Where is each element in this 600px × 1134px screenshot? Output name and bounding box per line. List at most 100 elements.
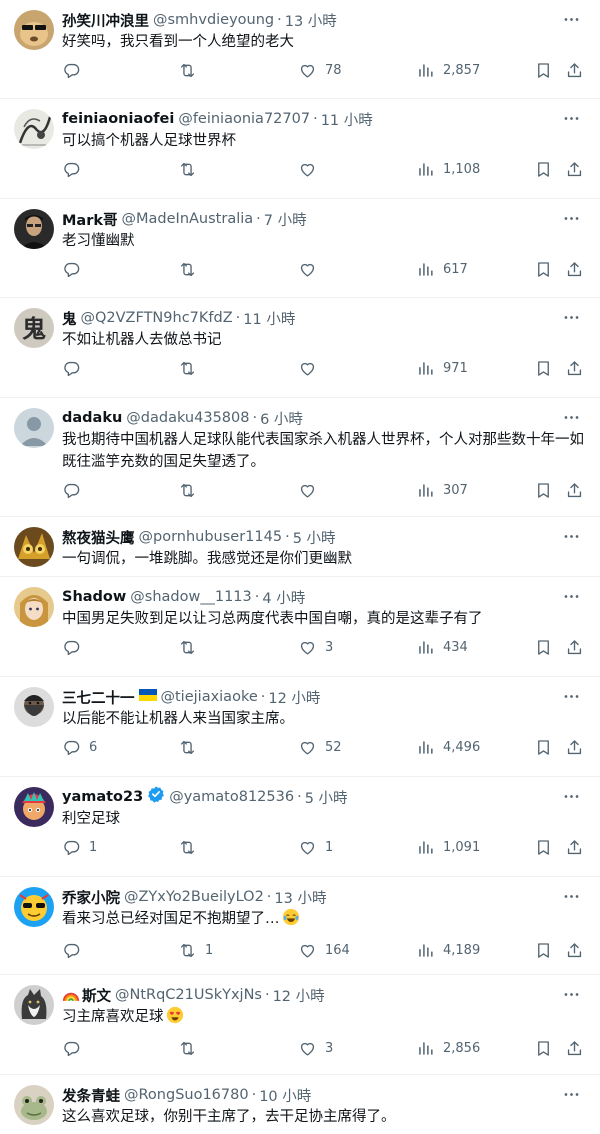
- reply-button[interactable]: [62, 941, 89, 960]
- views-button[interactable]: 971: [416, 359, 468, 378]
- sunglasses-emoji-avatar[interactable]: [14, 887, 54, 927]
- user-handle[interactable]: @NtRqC21USkYxjNs: [115, 987, 262, 1003]
- display-name[interactable]: 三七二十一: [62, 687, 135, 708]
- user-handle[interactable]: @feiniaonia72707: [178, 111, 310, 127]
- more-options-icon[interactable]: [560, 685, 582, 707]
- retweet-button[interactable]: [178, 638, 205, 657]
- share-button[interactable]: [565, 359, 584, 378]
- user-handle[interactable]: @shadow__1113: [130, 589, 251, 605]
- more-options-icon[interactable]: [560, 525, 582, 547]
- tweet-reply[interactable]: Shadow @shadow__1113 · 4 小時 中国男足失败到足以让习总两度代表…: [0, 577, 600, 677]
- colorful-cartoon-avatar[interactable]: [14, 787, 54, 827]
- more-options-icon[interactable]: [560, 785, 582, 807]
- person-photo-avatar[interactable]: [14, 209, 54, 249]
- user-handle[interactable]: @ZYxYo2BueilyLO2: [124, 889, 264, 905]
- like-button[interactable]: [298, 359, 325, 378]
- views-button[interactable]: 617: [416, 260, 468, 279]
- timestamp[interactable]: 5 小時: [305, 787, 348, 808]
- more-options-icon[interactable]: [560, 885, 582, 907]
- like-button[interactable]: [298, 260, 325, 279]
- bookmark-button[interactable]: [534, 838, 553, 857]
- anime-avatar[interactable]: [14, 587, 54, 627]
- display-name[interactable]: Mark哥: [62, 209, 118, 230]
- tweet-reply[interactable]: 鬼鬼 @Q2VZFTN9hc7KfdZ · 11 小時 不如让机器人去做总书记 971: [0, 298, 600, 398]
- reply-button[interactable]: [62, 638, 89, 657]
- user-handle[interactable]: @dadaku435808: [126, 410, 249, 426]
- tweet-reply[interactable]: 孙笑川冲浪里 @smhvdieyoung · 13 小時 好笑吗，我只看到一个人绝望的老…: [0, 0, 600, 99]
- like-button[interactable]: 3: [298, 1039, 333, 1058]
- user-handle[interactable]: @smhvdieyoung: [153, 12, 274, 28]
- reply-button[interactable]: 1: [62, 838, 97, 857]
- display-name[interactable]: feiniaoniaofei: [62, 111, 174, 127]
- bookmark-button[interactable]: [534, 61, 553, 80]
- views-button[interactable]: 307: [416, 481, 468, 500]
- display-name[interactable]: 发条青蛙: [62, 1085, 120, 1106]
- like-button[interactable]: 3: [298, 638, 333, 657]
- share-button[interactable]: [565, 941, 584, 960]
- user-handle[interactable]: @RongSuo16780: [124, 1087, 249, 1103]
- like-button[interactable]: [298, 481, 325, 500]
- retweet-button[interactable]: [178, 359, 205, 378]
- display-name[interactable]: 孙笑川冲浪里: [62, 10, 149, 31]
- tweet-reply[interactable]: 斯文 @NtRqC21USkYxjNs · 12 小時 习主席喜欢足球 3 2,856: [0, 975, 600, 1075]
- timestamp[interactable]: 6 小時: [260, 408, 303, 429]
- bookmark-button[interactable]: [534, 481, 553, 500]
- retweet-button[interactable]: [178, 738, 205, 757]
- display-name[interactable]: 乔家小院: [62, 887, 120, 908]
- reply-button[interactable]: [62, 160, 89, 179]
- tweet-reply[interactable]: 熬夜猫头鹰 @pornhubuser1145 · 5 小時 一句调侃，一堆跳脚。我感觉还…: [0, 517, 600, 577]
- tweet-reply[interactable]: yamato23 @yamato812536 · 5 小時 利空足球 1 1 1,091: [0, 777, 600, 877]
- timestamp[interactable]: 4 小時: [262, 587, 305, 608]
- more-options-icon[interactable]: [560, 8, 582, 30]
- retweet-button[interactable]: [178, 481, 205, 500]
- like-button[interactable]: 1: [298, 838, 333, 857]
- timestamp[interactable]: 11 小時: [243, 308, 295, 329]
- display-name[interactable]: 鬼: [62, 308, 77, 329]
- user-handle[interactable]: @yamato812536: [169, 789, 294, 805]
- views-button[interactable]: 2,856: [416, 1039, 480, 1058]
- display-name[interactable]: 斯文: [82, 985, 111, 1006]
- bookmark-button[interactable]: [534, 1039, 553, 1058]
- tweet-reply[interactable]: 发条青蛙 @RongSuo16780 · 10 小時 这么喜欢足球，你别干主席了，去干足…: [0, 1075, 600, 1134]
- share-button[interactable]: [565, 638, 584, 657]
- more-options-icon[interactable]: [560, 406, 582, 428]
- user-handle[interactable]: @pornhubuser1145: [139, 529, 283, 545]
- display-name[interactable]: 熬夜猫头鹰: [62, 527, 135, 548]
- retweet-button[interactable]: [178, 838, 205, 857]
- more-options-icon[interactable]: [560, 983, 582, 1005]
- shiba-avatar[interactable]: [14, 10, 54, 50]
- bookmark-button[interactable]: [534, 260, 553, 279]
- more-options-icon[interactable]: [560, 207, 582, 229]
- user-handle[interactable]: @Q2VZFTN9hc7KfdZ: [81, 310, 233, 326]
- tweet-reply[interactable]: feiniaoniaofei @feiniaonia72707 · 11 小時 可以搞个…: [0, 99, 600, 199]
- share-button[interactable]: [565, 1039, 584, 1058]
- share-button[interactable]: [565, 160, 584, 179]
- views-button[interactable]: 2,857: [416, 61, 480, 80]
- views-button[interactable]: 434: [416, 638, 468, 657]
- reply-button[interactable]: [62, 481, 89, 500]
- bookmark-button[interactable]: [534, 738, 553, 757]
- like-button[interactable]: 78: [298, 61, 342, 80]
- tweet-reply[interactable]: 乔家小院 @ZYxYo2BueilyLO2 · 13 小時 看来习总已经对国足不抱期望了…: [0, 877, 600, 975]
- retweet-button[interactable]: [178, 61, 205, 80]
- reply-button[interactable]: [62, 260, 89, 279]
- timestamp[interactable]: 12 小時: [268, 687, 320, 708]
- display-name[interactable]: dadaku: [62, 410, 122, 426]
- like-button[interactable]: [298, 160, 325, 179]
- frog-avatar[interactable]: [14, 1085, 54, 1125]
- bookmark-button[interactable]: [534, 638, 553, 657]
- views-button[interactable]: 1,108: [416, 160, 480, 179]
- share-button[interactable]: [565, 738, 584, 757]
- timestamp[interactable]: 13 小時: [285, 10, 337, 31]
- calligraphy-avatar[interactable]: 鬼: [14, 308, 54, 348]
- share-button[interactable]: [565, 838, 584, 857]
- reply-button[interactable]: [62, 61, 89, 80]
- user-handle[interactable]: @tiejiaxiaoke: [161, 689, 258, 705]
- tweet-reply[interactable]: 三七二十一 @tiejiaxiaoke · 12 小時 以后能不能让机器人来当国家主席。…: [0, 677, 600, 777]
- default-profile-avatar[interactable]: [14, 408, 54, 448]
- verified-badge-icon[interactable]: [147, 785, 165, 807]
- bookmark-button[interactable]: [534, 941, 553, 960]
- tweet-reply[interactable]: Mark哥 @MadeInAustralia · 7 小時 老习懂幽默 617: [0, 199, 600, 298]
- timestamp[interactable]: 5 小時: [293, 527, 336, 548]
- timestamp[interactable]: 11 小時: [321, 109, 373, 130]
